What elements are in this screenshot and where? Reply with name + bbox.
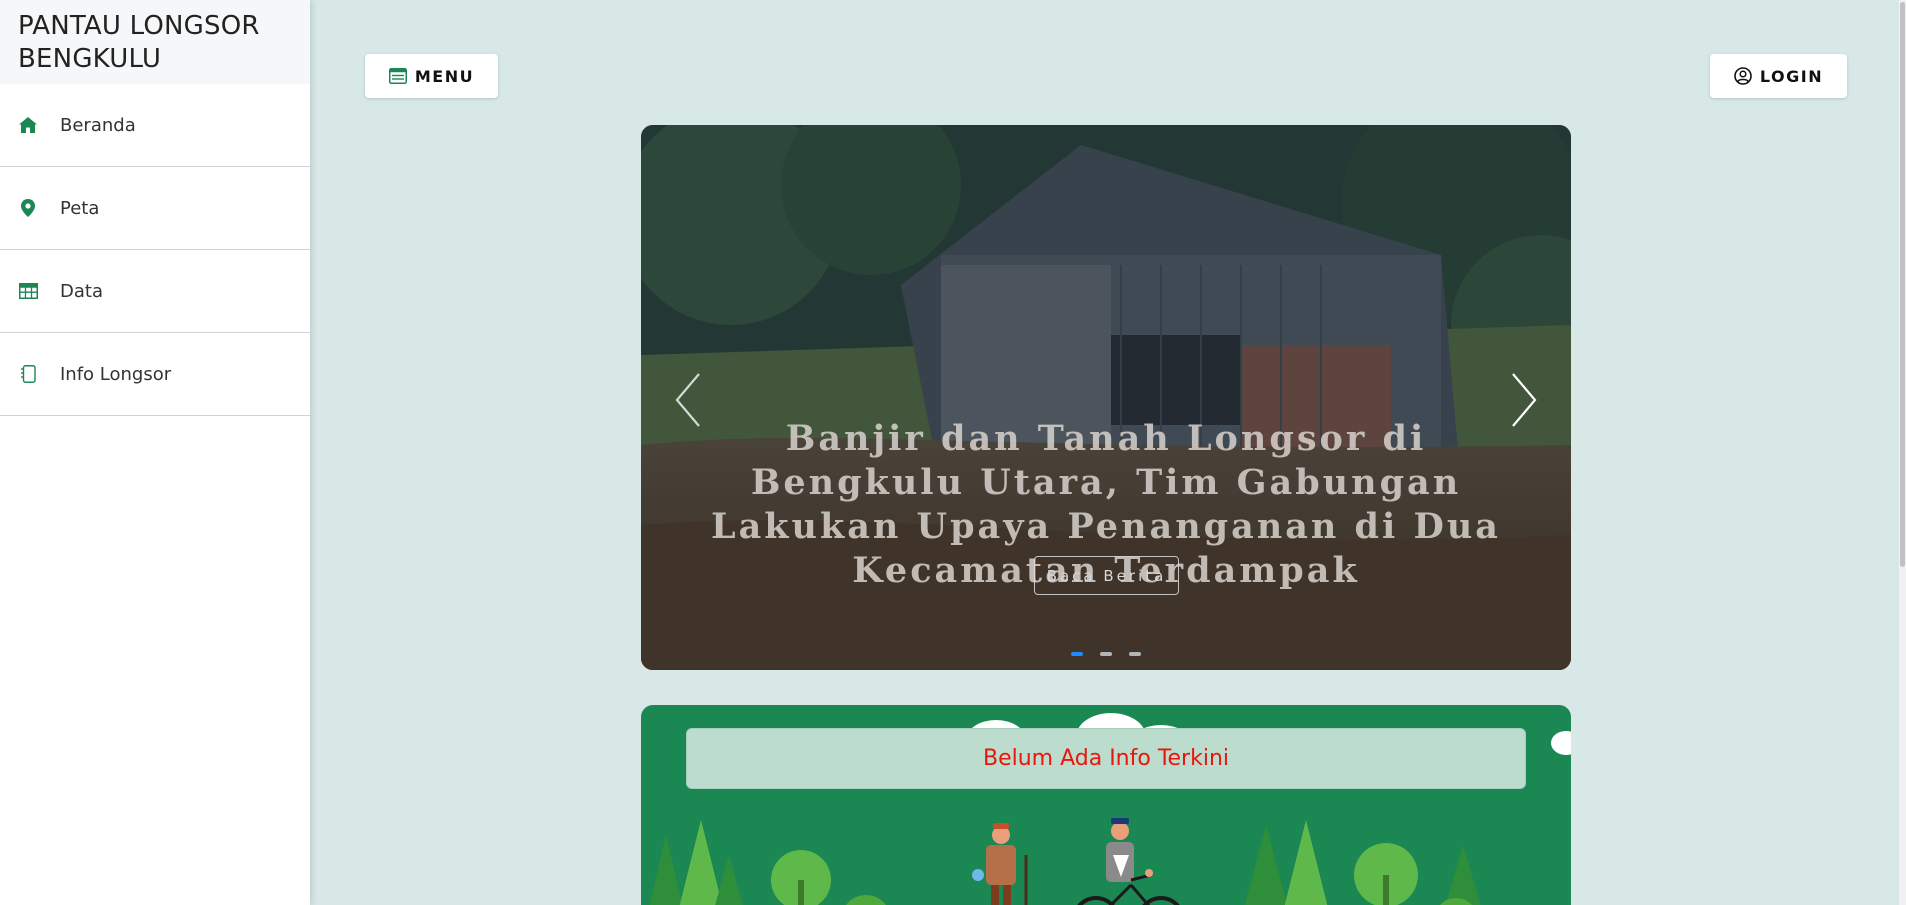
info-status-banner: Belum Ada Info Terkini (686, 728, 1526, 789)
sidebar-item-peta[interactable]: Peta (0, 167, 310, 250)
brand-title[interactable]: PANTAU LONGSOR BENGKULU (18, 10, 292, 76)
sidebar: PANTAU LONGSOR BENGKULU Beranda Peta Dat… (0, 0, 310, 905)
news-carousel: Banjir dan Tanah Longsor di Bengkulu Uta… (641, 125, 1571, 670)
sidebar-item-info-longsor[interactable]: Info Longsor (0, 333, 310, 416)
carousel-indicators (1071, 652, 1141, 656)
scrollbar-thumb[interactable] (1900, 2, 1905, 567)
menu-button-label: MENU (414, 66, 475, 86)
brand-header: PANTAU LONGSOR BENGKULU (0, 0, 310, 84)
sidebar-item-label: Beranda (60, 114, 136, 136)
sidebar-item-label: Data (60, 280, 103, 302)
read-news-button[interactable]: Baca Berita (1034, 556, 1179, 595)
table-icon (18, 281, 38, 301)
sidebar-item-data[interactable]: Data (0, 250, 310, 333)
latest-info-panel: Belum Ada Info Terkini (641, 705, 1571, 905)
login-button[interactable]: LOGIN (1710, 54, 1847, 98)
carousel-indicator-1[interactable] (1071, 652, 1083, 656)
login-button-label: LOGIN (1759, 66, 1824, 86)
user-circle-icon (1734, 67, 1752, 85)
sidebar-item-label: Info Longsor (60, 363, 172, 385)
carousel-indicator-3[interactable] (1129, 652, 1141, 656)
sidebar-item-beranda[interactable]: Beranda (0, 84, 310, 167)
carousel-indicator-2[interactable] (1100, 652, 1112, 656)
map-pin-icon (18, 198, 38, 218)
document-icon (18, 364, 38, 384)
menu-button[interactable]: MENU (365, 54, 498, 98)
info-status-message: Belum Ada Info Terkini (982, 746, 1230, 771)
sidebar-item-label: Peta (60, 197, 100, 219)
home-icon (18, 115, 38, 135)
menu-list-icon (388, 68, 407, 84)
page-scrollbar[interactable] (1899, 0, 1906, 905)
